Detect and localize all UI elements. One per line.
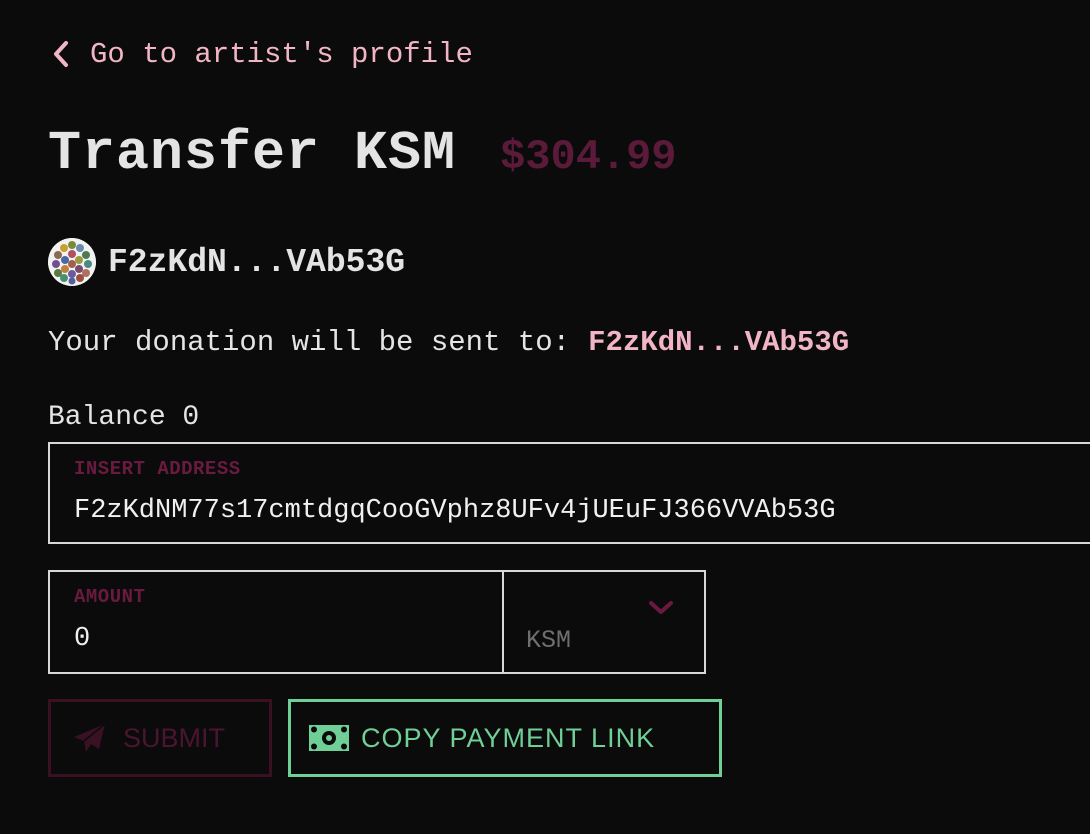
account-name: F2zKdN...VAb53G (108, 243, 406, 281)
address-input[interactable]: F2zKdNM77s17cmtdgqCooGVphz8UFv4jUEuFJ366… (74, 496, 836, 526)
donation-recipient: F2zKdN...VAb53G (588, 326, 850, 359)
amount-input[interactable]: 0 (74, 624, 90, 654)
price-value: $304.99 (500, 133, 677, 181)
address-field-label: INSERT ADDRESS (74, 458, 241, 480)
amount-field[interactable]: AMOUNT 0 (48, 570, 504, 674)
recipient-account: F2zKdN...VAb53G (48, 238, 405, 286)
chevron-left-icon (54, 41, 68, 67)
amount-field-label: AMOUNT (74, 586, 146, 608)
page-title: Transfer KSM (48, 122, 457, 185)
address-field[interactable]: INSERT ADDRESS F2zKdNM77s17cmtdgqCooGVph… (48, 442, 1090, 544)
copy-payment-link-button[interactable]: COPY PAYMENT LINK (288, 699, 722, 777)
back-to-profile-link[interactable]: Go to artist's profile (52, 36, 473, 72)
page-header: Transfer KSM $304.99 (48, 122, 677, 185)
chevron-down-icon (649, 601, 673, 614)
paper-plane-icon (74, 723, 106, 752)
back-link-label: Go to artist's profile (90, 37, 473, 71)
currency-select[interactable]: KSM (502, 570, 706, 674)
donation-prefix: Your donation will be sent to: (48, 326, 571, 359)
copy-link-label: COPY PAYMENT LINK (361, 722, 656, 753)
balance-text: Balance 0 (48, 402, 200, 433)
submit-label: SUBMIT (123, 722, 226, 753)
submit-button[interactable]: SUBMIT (48, 699, 272, 777)
donation-info: Your donation will be sent to: F2zKdN...V… (48, 326, 849, 359)
identicon-avatar (48, 238, 96, 286)
money-bill-icon (309, 725, 349, 751)
currency-selected: KSM (526, 626, 572, 655)
